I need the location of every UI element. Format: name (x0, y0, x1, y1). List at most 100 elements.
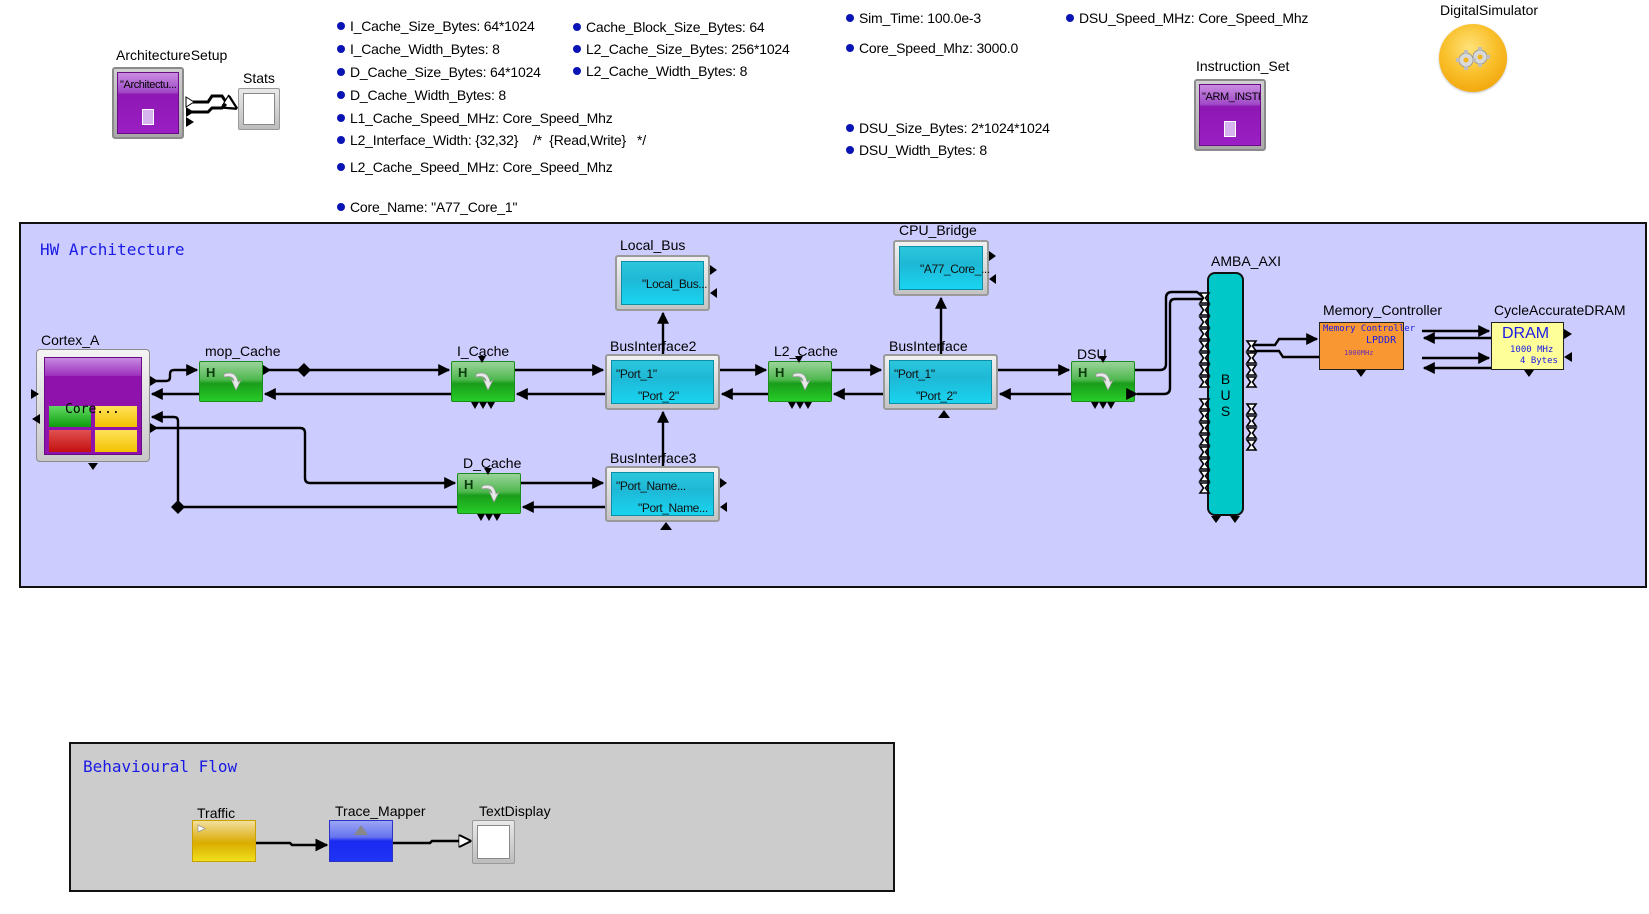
bus-interface2-block[interactable]: "Port_1" "Port_2" (605, 354, 720, 410)
bullet-icon (337, 163, 345, 171)
parameter-item[interactable]: DSU_Speed_MHz: Core_Speed_Mhz (1066, 10, 1308, 26)
triangle-up-icon (354, 825, 368, 835)
parameter-value: 2*1024*1024 (970, 120, 1050, 136)
parameter-value: 8 (492, 41, 500, 57)
curved-arrow-icon (223, 372, 242, 391)
parameter-item[interactable]: L2_Interface_Width: {32,32} /* {Read,Wri… (337, 132, 646, 148)
memory-controller-label: Memory_Controller (1323, 302, 1443, 318)
stats-display (243, 93, 275, 125)
parameter-item[interactable]: Core_Name: "A77_Core_1" (337, 199, 517, 215)
instruction-set-block[interactable]: "ARM_INSTR" (1194, 79, 1266, 151)
parameter-value: 64*1024 (489, 64, 541, 80)
bullet-icon (846, 44, 854, 52)
parameter-separator: : (423, 199, 432, 215)
dram-width: 4 Bytes (1520, 356, 1558, 366)
parameter-item[interactable]: Sim_Time: 100.0e-3 (846, 10, 981, 26)
port-icon (185, 96, 195, 108)
bullet-icon (337, 203, 345, 211)
stats-block[interactable] (238, 88, 280, 130)
hw-architecture-title: HW Architecture (40, 240, 185, 259)
parameter-item[interactable]: I_Cache_Size_Bytes: 64*1024 (337, 18, 535, 34)
hit-icon: H (775, 365, 785, 380)
curved-arrow-icon (481, 484, 500, 503)
parameter-item[interactable]: Cache_Block_Size_Bytes: 64 (573, 19, 765, 35)
text-display-block[interactable] (472, 820, 515, 864)
dsu-block[interactable]: H (1071, 361, 1135, 402)
parameter-value: 8 (979, 142, 987, 158)
bullet-icon (846, 14, 854, 22)
parameter-name: I_Cache_Size_Bytes (350, 18, 477, 34)
parameter-name: L2_Cache_Size_Bytes (586, 41, 724, 57)
curved-arrow-icon (1095, 372, 1114, 391)
parameter-separator: : (484, 41, 493, 57)
i-cache-block[interactable]: H (451, 361, 515, 402)
hit-icon: H (206, 365, 216, 380)
stats-label: Stats (243, 70, 275, 86)
parameter-value: 64 (749, 19, 765, 35)
hit-icon: H (458, 365, 468, 380)
cpu-bridge-block[interactable]: "A77_Core_... (893, 240, 990, 296)
mop-cache-block[interactable]: H (199, 361, 263, 402)
parameter-item[interactable]: L2_Cache_Size_Bytes: 256*1024 (573, 41, 790, 57)
cortex-a-block[interactable]: Core... (36, 349, 150, 462)
parameter-name: L2_Cache_Speed_MHz (350, 159, 496, 175)
parameter-name: Sim_Time (859, 10, 920, 26)
parameter-item[interactable]: Core_Speed_Mhz: 3000.0 (846, 40, 1018, 56)
wire (186, 102, 228, 114)
curved-arrow-icon (475, 372, 494, 391)
bullet-icon (337, 136, 345, 144)
local-bus-label: Local_Bus (620, 237, 686, 253)
memory-controller-block[interactable]: Memory Controller LPDDR 1000MHz (1319, 322, 1415, 370)
cortex-a-text: Core... (65, 402, 120, 417)
dram-block[interactable]: DRAM 1000 MHz 4 Bytes (1491, 322, 1564, 370)
instruction-set-label: Instruction_Set (1196, 58, 1290, 74)
parameter-item[interactable]: D_Cache_Size_Bytes: 64*1024 (337, 64, 541, 80)
dram-speed: 1000 MHz (1510, 345, 1554, 355)
parameter-name: DSU_Width_Bytes (859, 142, 972, 158)
parameter-value: 64*1024 (483, 18, 535, 34)
parameter-item[interactable]: DSU_Size_Bytes: 2*1024*1024 (846, 120, 1050, 136)
bus-letter: U (1220, 387, 1231, 403)
digital-simulator-block[interactable] (1439, 24, 1507, 92)
bullet-icon (573, 23, 581, 31)
bullet-icon (337, 22, 345, 30)
document-icon (142, 109, 154, 125)
dram-title: DRAM (1502, 325, 1550, 342)
bullet-icon (846, 124, 854, 132)
bus-interface3-block[interactable]: "Port_Name... "Port_Name... (605, 466, 720, 522)
bullet-icon (1066, 14, 1074, 22)
architecture-setup-block[interactable]: "Architectu... (112, 67, 184, 139)
play-icon (197, 824, 206, 833)
traffic-block[interactable] (192, 820, 256, 862)
parameter-item[interactable]: DSU_Width_Bytes: 8 (846, 142, 987, 158)
amba-axi-label: AMBA_AXI (1211, 253, 1282, 269)
parameter-separator: : (963, 120, 971, 136)
mc-speed: 1000MHz (1344, 349, 1374, 357)
cortex-a-label: Cortex_A (41, 332, 100, 348)
local-bus-block[interactable]: "Local_Bus... (615, 255, 710, 311)
parameter-name: I_Cache_Width_Bytes (350, 41, 485, 57)
parameter-item[interactable]: L2_Cache_Speed_MHz: Core_Speed_Mhz (337, 159, 613, 175)
parameter-name: Cache_Block_Size_Bytes (586, 19, 742, 35)
amba-axi-bus[interactable]: B U S (1207, 272, 1244, 516)
document-icon (1224, 121, 1236, 137)
parameter-item[interactable]: D_Cache_Width_Bytes: 8 (337, 87, 506, 103)
parameter-item[interactable]: L1_Cache_Speed_MHz: Core_Speed_Mhz (337, 110, 613, 126)
dram-label: CycleAccurateDRAM (1494, 302, 1626, 318)
trace-mapper-block[interactable] (329, 820, 393, 862)
parameter-name: D_Cache_Width_Bytes (350, 87, 491, 103)
bus-interface-block[interactable]: "Port_1" "Port_2" (883, 354, 998, 410)
port-icon (186, 107, 194, 117)
parameter-item[interactable]: I_Cache_Width_Bytes: 8 (337, 41, 500, 57)
bus-interface2-label: BusInterface2 (610, 338, 697, 354)
parameter-value: 3000.0 (976, 40, 1019, 56)
architecture-setup-text: "Architectu... (120, 79, 177, 91)
d-cache-block[interactable]: H (457, 473, 521, 514)
bus-interface3-label: BusInterface3 (610, 450, 697, 466)
d-cache-label: D_Cache (463, 455, 522, 471)
parameter-item[interactable]: L2_Cache_Width_Bytes: 8 (573, 63, 747, 79)
text-display-screen (477, 825, 510, 859)
l2-cache-block[interactable]: H (768, 361, 832, 402)
curved-arrow-icon (792, 372, 811, 391)
parameter-name: Core_Name (350, 199, 424, 215)
